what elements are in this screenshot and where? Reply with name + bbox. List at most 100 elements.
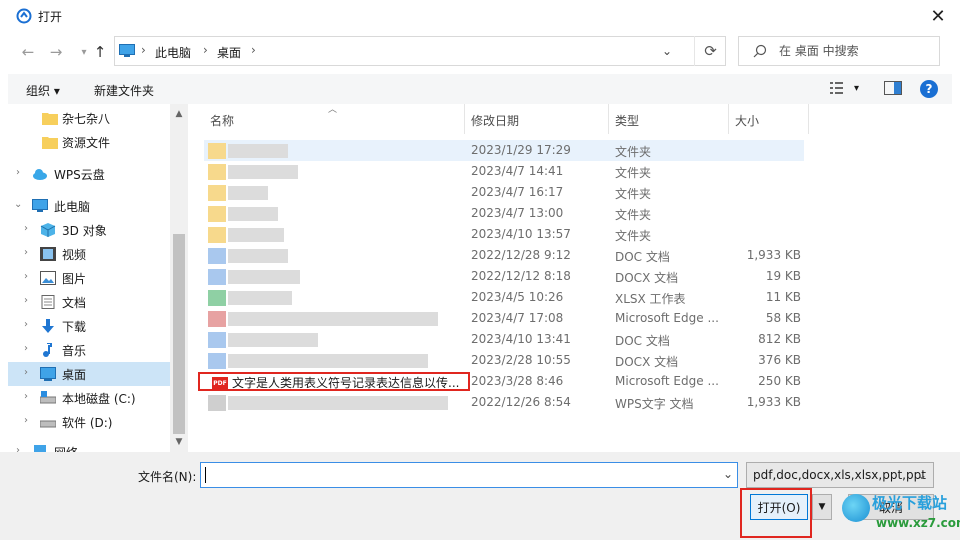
- chevron-right-icon[interactable]: ›: [24, 247, 28, 258]
- navigation-pane: 杂七杂八 资源文件 › WPS云盘 ⌄ 此电脑 › 3D 对象 › 视频 › 图…: [8, 104, 190, 452]
- chevron-right-icon[interactable]: ›: [16, 445, 20, 452]
- file-icon: [208, 332, 226, 348]
- sidebar-item-wps-cloud[interactable]: › WPS云盘: [8, 162, 174, 186]
- open-file-dialog: 打开 ✕ ← → ▾ ↑ › 此电脑 › 桌面 › ⌄ ⟳ 组织 ▾ 新建文件夹: [0, 0, 960, 540]
- chevron-right-icon[interactable]: ›: [24, 223, 28, 234]
- chevron-right-icon[interactable]: ›: [24, 271, 28, 282]
- sidebar-item-pictures[interactable]: › 图片: [8, 266, 174, 290]
- column-header-name[interactable]: 名称: [210, 112, 234, 129]
- search-input[interactable]: [779, 42, 929, 60]
- file-row[interactable]: 2023/1/29 17:29 文件夹: [204, 140, 804, 161]
- sidebar-item-network[interactable]: › 网络: [8, 440, 174, 452]
- text-caret: [205, 467, 206, 483]
- computer-icon: [119, 44, 135, 57]
- open-options-button[interactable]: ▼: [812, 494, 832, 520]
- chevron-right-icon[interactable]: ›: [24, 295, 28, 306]
- sidebar-item-label: 文档: [62, 296, 87, 310]
- file-size: 812 KB: [758, 332, 801, 346]
- scroll-up-icon[interactable]: ▲: [173, 108, 185, 120]
- address-bar[interactable]: › 此电脑 › 桌面 › ⌄: [114, 36, 726, 66]
- preview-pane-icon[interactable]: [884, 81, 902, 95]
- help-icon[interactable]: ?: [920, 80, 938, 98]
- file-type: DOCX 文档: [615, 355, 679, 369]
- column-header-size[interactable]: 大小: [735, 112, 759, 129]
- forward-button[interactable]: →: [46, 42, 66, 62]
- breadcrumb-this-pc[interactable]: 此电脑: [155, 44, 191, 61]
- file-date: 2023/4/7 17:08: [471, 311, 564, 325]
- pdf-icon: PDF: [212, 377, 228, 389]
- close-button[interactable]: ✕: [928, 6, 948, 27]
- blurred-file-name: [228, 228, 284, 242]
- sidebar-item-drive-c[interactable]: › 本地磁盘 (C:): [8, 386, 174, 410]
- file-size: 1,933 KB: [746, 395, 801, 409]
- back-button[interactable]: ←: [18, 42, 38, 62]
- sidebar-item-drive-d[interactable]: › 软件 (D:): [8, 410, 174, 434]
- file-row[interactable]: 2022/12/12 8:18 DOCX 文档 19 KB: [204, 266, 804, 287]
- scrollbar-thumb[interactable]: [173, 234, 185, 434]
- sidebar-item-documents[interactable]: › 文档: [8, 290, 174, 314]
- scroll-down-icon[interactable]: ▼: [173, 436, 185, 448]
- column-header-type[interactable]: 类型: [615, 112, 639, 129]
- file-date: 2022/12/28 9:12: [471, 248, 571, 262]
- view-options-icon[interactable]: [830, 81, 846, 95]
- 3d-objects-icon: [40, 223, 56, 237]
- sidebar-item-misc[interactable]: 杂七杂八: [8, 106, 174, 130]
- chevron-down-icon[interactable]: ⌄: [14, 199, 22, 210]
- column-divider[interactable]: [728, 104, 729, 134]
- filetype-select[interactable]: pdf,doc,docx,xls,xlsx,ppt,ppt ⌄: [746, 462, 934, 488]
- blurred-file-name: [228, 270, 300, 284]
- chevron-down-icon[interactable]: ⌄: [657, 41, 677, 61]
- file-row[interactable]: 2022/12/28 9:12 DOC 文档 1,933 KB: [204, 245, 804, 266]
- file-row[interactable]: 2023/4/7 14:41 文件夹: [204, 161, 804, 182]
- column-divider[interactable]: [464, 104, 465, 134]
- highlight-box: [740, 488, 812, 538]
- sidebar-item-desktop[interactable]: › 桌面: [8, 362, 174, 386]
- sidebar-item-label: 图片: [62, 272, 87, 286]
- chevron-right-icon[interactable]: ›: [24, 415, 28, 426]
- up-button[interactable]: ↑: [90, 42, 110, 62]
- refresh-button[interactable]: ⟳: [694, 36, 726, 66]
- file-size: 376 KB: [758, 353, 801, 367]
- file-size: 19 KB: [765, 269, 801, 283]
- file-date: 2023/4/7 16:17: [471, 185, 564, 199]
- sidebar-item-resources[interactable]: 资源文件: [8, 130, 174, 154]
- file-row[interactable]: 2023/4/5 10:26 XLSX 工作表 11 KB: [204, 287, 804, 308]
- search-box[interactable]: [738, 36, 940, 66]
- sidebar-item-downloads[interactable]: › 下载: [8, 314, 174, 338]
- breadcrumb-desktop[interactable]: 桌面: [217, 44, 241, 61]
- file-row[interactable]: 2023/4/7 13:00 文件夹: [204, 203, 804, 224]
- sidebar-item-label: 资源文件: [62, 136, 111, 150]
- sidebar-item-videos[interactable]: › 视频: [8, 242, 174, 266]
- column-divider[interactable]: [808, 104, 809, 134]
- file-row[interactable]: 2023/2/28 10:55 DOCX 文档 376 KB: [204, 350, 804, 371]
- file-date: 2023/4/5 10:26: [471, 290, 564, 304]
- chevron-right-icon[interactable]: ›: [24, 391, 28, 402]
- file-type: 文件夹: [615, 145, 652, 159]
- chevron-right-icon[interactable]: ›: [24, 343, 28, 354]
- file-row[interactable]: 2022/12/26 8:54 WPS文字 文档 1,933 KB: [204, 392, 804, 413]
- chevron-down-icon[interactable]: ▾: [854, 83, 859, 94]
- file-row[interactable]: 2023/4/10 13:41 DOC 文档 812 KB: [204, 329, 804, 350]
- watermark-brand: 极光下载站: [872, 494, 948, 512]
- column-header-date[interactable]: 修改日期: [471, 112, 519, 129]
- chevron-right-icon[interactable]: ›: [24, 319, 28, 330]
- sidebar-item-3d-objects[interactable]: › 3D 对象: [8, 218, 174, 242]
- new-folder-button[interactable]: 新建文件夹: [94, 82, 154, 99]
- blurred-file-name: [228, 354, 428, 368]
- chevron-down-icon[interactable]: ⌄: [723, 467, 733, 481]
- file-row[interactable]: 2023/4/10 13:57 文件夹: [204, 224, 804, 245]
- chevron-right-icon[interactable]: ›: [24, 367, 28, 378]
- file-date: 2023/4/7 14:41: [471, 164, 564, 178]
- watermark-url: www.xz7.com: [876, 516, 960, 530]
- file-name[interactable]: 文字是人类用表义符号记录表达信息以传...: [232, 374, 464, 391]
- blurred-file-name: [228, 249, 288, 263]
- file-row[interactable]: 2023/4/7 17:08 Microsoft Edge ... 58 KB: [204, 308, 804, 329]
- organize-button[interactable]: 组织 ▾: [26, 82, 60, 99]
- sidebar-item-this-pc[interactable]: ⌄ 此电脑: [8, 194, 174, 218]
- file-row[interactable]: 2023/4/7 16:17 文件夹: [204, 182, 804, 203]
- filename-input[interactable]: ⌄: [200, 462, 738, 488]
- chevron-right-icon[interactable]: ›: [16, 167, 20, 178]
- column-divider[interactable]: [608, 104, 609, 134]
- sidebar-scrollbar[interactable]: ▲ ▼: [170, 104, 188, 452]
- sidebar-item-music[interactable]: › 音乐: [8, 338, 174, 362]
